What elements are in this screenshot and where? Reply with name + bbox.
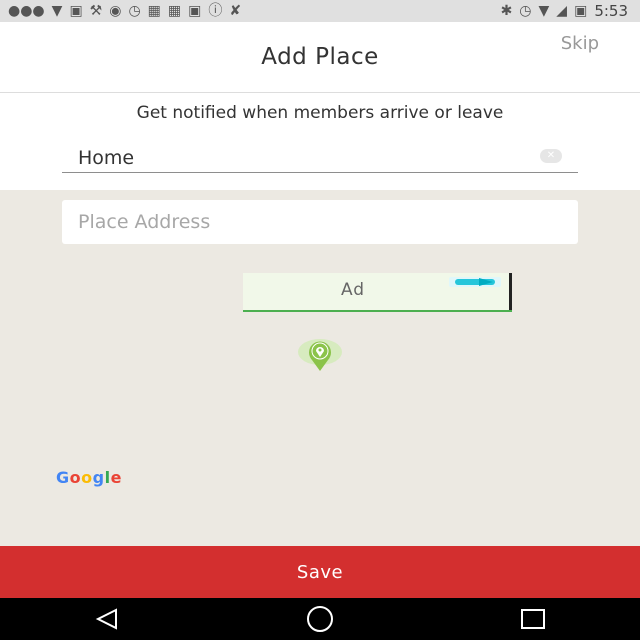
no-gps-icon: ✘: [229, 3, 242, 19]
header: Add Place Skip: [0, 22, 640, 93]
map-pin-icon[interactable]: [297, 338, 343, 372]
address-field[interactable]: [62, 200, 578, 244]
place-name-field[interactable]: Home ✕: [62, 143, 578, 173]
alarm-icon: ◷: [519, 3, 532, 19]
battery-charging-icon: ▣: [574, 3, 588, 19]
status-bar: ●●● ▼ ▣ ⚒ ◉ ◷ ▦ ▦ ▣ ⓘ ✘ ✱ ◷ ▼ ◢ ▣ 5:53: [0, 0, 640, 22]
ad-label: Ad: [340, 280, 366, 300]
google-logo: Google: [56, 468, 122, 487]
status-time: 5:53: [594, 2, 628, 20]
v-icon: ▼: [51, 3, 63, 19]
facebook-icon: ▣: [188, 3, 202, 19]
clear-icon[interactable]: ✕: [540, 149, 562, 163]
save-button[interactable]: Save: [0, 546, 640, 598]
map[interactable]: Ad Google: [0, 190, 640, 546]
skip-button[interactable]: Skip: [561, 33, 599, 54]
status-right: ✱ ◷ ▼ ◢ ▣ 5:53: [501, 2, 628, 20]
home-icon[interactable]: [290, 598, 350, 640]
image-icon: ▦: [147, 3, 161, 19]
subtitle: Get notified when members arrive or leav…: [136, 103, 504, 123]
facebook-icon: ▣: [69, 3, 83, 19]
address-input[interactable]: [76, 210, 564, 234]
place-name-value[interactable]: Home: [78, 147, 134, 169]
google-logo-letter: g: [92, 468, 105, 487]
bluetooth-icon: ✱: [500, 3, 513, 19]
ad-banner[interactable]: Ad: [243, 273, 512, 312]
location-icon: ◉: [109, 3, 122, 19]
google-logo-letter: G: [56, 468, 70, 487]
nav-bar: [0, 598, 640, 640]
more-icon: ●●●: [8, 3, 45, 19]
google-logo-letter: o: [69, 468, 82, 487]
ad-choices-icon[interactable]: [444, 273, 506, 291]
image-icon: ▦: [167, 3, 182, 19]
wifi-icon: ▼: [538, 3, 550, 19]
google-logo-letter: o: [81, 468, 93, 487]
place-form: Get notified when members arrive or leav…: [0, 93, 640, 190]
wrench-icon: ⚒: [89, 3, 103, 19]
status-left: ●●● ▼ ▣ ⚒ ◉ ◷ ▦ ▦ ▣ ⓘ ✘: [8, 4, 241, 18]
page-title: Add Place: [261, 44, 379, 70]
ad-edge: [509, 273, 512, 310]
no-signal-icon: ◢: [556, 3, 568, 19]
alarm-icon: ◷: [128, 3, 141, 19]
google-logo-letter: e: [110, 468, 122, 487]
back-icon[interactable]: [77, 598, 137, 640]
info-icon: ⓘ: [208, 3, 223, 19]
recents-icon[interactable]: [503, 598, 563, 640]
